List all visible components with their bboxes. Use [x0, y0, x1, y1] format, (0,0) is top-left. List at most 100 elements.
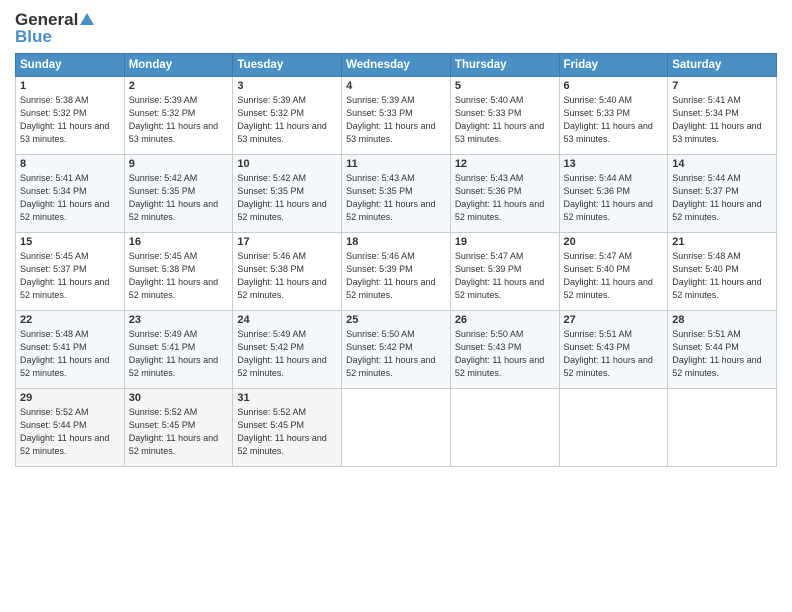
day-header-monday: Monday	[124, 54, 233, 77]
day-number: 5	[455, 80, 555, 92]
day-info: Sunrise: 5:42 AMSunset: 5:35 PMDaylight:…	[129, 172, 229, 224]
logo-icon	[78, 11, 96, 29]
calendar-week-5: 29 Sunrise: 5:52 AMSunset: 5:44 PMDaylig…	[16, 389, 777, 467]
day-info: Sunrise: 5:43 AMSunset: 5:35 PMDaylight:…	[346, 172, 446, 224]
calendar-cell: 21 Sunrise: 5:48 AMSunset: 5:40 PMDaylig…	[668, 233, 777, 311]
calendar-cell: 18 Sunrise: 5:46 AMSunset: 5:39 PMDaylig…	[342, 233, 451, 311]
day-number: 31	[237, 392, 337, 404]
day-info: Sunrise: 5:40 AMSunset: 5:33 PMDaylight:…	[455, 94, 555, 146]
calendar-cell: 30 Sunrise: 5:52 AMSunset: 5:45 PMDaylig…	[124, 389, 233, 467]
day-info: Sunrise: 5:48 AMSunset: 5:41 PMDaylight:…	[20, 328, 120, 380]
day-number: 20	[564, 236, 664, 248]
day-info: Sunrise: 5:41 AMSunset: 5:34 PMDaylight:…	[672, 94, 772, 146]
day-info: Sunrise: 5:51 AMSunset: 5:43 PMDaylight:…	[564, 328, 664, 380]
day-number: 25	[346, 314, 446, 326]
calendar-cell: 19 Sunrise: 5:47 AMSunset: 5:39 PMDaylig…	[450, 233, 559, 311]
calendar-cell: 23 Sunrise: 5:49 AMSunset: 5:41 PMDaylig…	[124, 311, 233, 389]
calendar-cell: 27 Sunrise: 5:51 AMSunset: 5:43 PMDaylig…	[559, 311, 668, 389]
calendar-cell: 12 Sunrise: 5:43 AMSunset: 5:36 PMDaylig…	[450, 155, 559, 233]
calendar-cell: 15 Sunrise: 5:45 AMSunset: 5:37 PMDaylig…	[16, 233, 125, 311]
day-header-sunday: Sunday	[16, 54, 125, 77]
calendar-cell: 6 Sunrise: 5:40 AMSunset: 5:33 PMDayligh…	[559, 77, 668, 155]
calendar-cell: 22 Sunrise: 5:48 AMSunset: 5:41 PMDaylig…	[16, 311, 125, 389]
day-number: 13	[564, 158, 664, 170]
day-number: 23	[129, 314, 229, 326]
calendar-cell	[342, 389, 451, 467]
calendar-week-2: 8 Sunrise: 5:41 AMSunset: 5:34 PMDayligh…	[16, 155, 777, 233]
day-info: Sunrise: 5:47 AMSunset: 5:39 PMDaylight:…	[455, 250, 555, 302]
day-info: Sunrise: 5:52 AMSunset: 5:45 PMDaylight:…	[237, 406, 337, 458]
calendar-cell: 10 Sunrise: 5:42 AMSunset: 5:35 PMDaylig…	[233, 155, 342, 233]
day-info: Sunrise: 5:42 AMSunset: 5:35 PMDaylight:…	[237, 172, 337, 224]
day-number: 6	[564, 80, 664, 92]
day-header-friday: Friday	[559, 54, 668, 77]
day-number: 29	[20, 392, 120, 404]
calendar-week-1: 1 Sunrise: 5:38 AMSunset: 5:32 PMDayligh…	[16, 77, 777, 155]
day-number: 11	[346, 158, 446, 170]
day-number: 28	[672, 314, 772, 326]
page: General Blue SundayMondayTuesdayWednesda…	[0, 0, 792, 612]
day-info: Sunrise: 5:52 AMSunset: 5:45 PMDaylight:…	[129, 406, 229, 458]
day-number: 26	[455, 314, 555, 326]
day-info: Sunrise: 5:39 AMSunset: 5:33 PMDaylight:…	[346, 94, 446, 146]
calendar-cell: 26 Sunrise: 5:50 AMSunset: 5:43 PMDaylig…	[450, 311, 559, 389]
logo-blue: Blue	[15, 27, 52, 47]
calendar-cell: 20 Sunrise: 5:47 AMSunset: 5:40 PMDaylig…	[559, 233, 668, 311]
day-number: 14	[672, 158, 772, 170]
calendar-cell: 16 Sunrise: 5:45 AMSunset: 5:38 PMDaylig…	[124, 233, 233, 311]
calendar-cell: 8 Sunrise: 5:41 AMSunset: 5:34 PMDayligh…	[16, 155, 125, 233]
calendar-week-4: 22 Sunrise: 5:48 AMSunset: 5:41 PMDaylig…	[16, 311, 777, 389]
day-info: Sunrise: 5:47 AMSunset: 5:40 PMDaylight:…	[564, 250, 664, 302]
day-number: 10	[237, 158, 337, 170]
day-info: Sunrise: 5:43 AMSunset: 5:36 PMDaylight:…	[455, 172, 555, 224]
day-number: 24	[237, 314, 337, 326]
day-info: Sunrise: 5:45 AMSunset: 5:38 PMDaylight:…	[129, 250, 229, 302]
calendar-cell: 24 Sunrise: 5:49 AMSunset: 5:42 PMDaylig…	[233, 311, 342, 389]
day-header-saturday: Saturday	[668, 54, 777, 77]
day-number: 19	[455, 236, 555, 248]
day-info: Sunrise: 5:39 AMSunset: 5:32 PMDaylight:…	[129, 94, 229, 146]
day-number: 18	[346, 236, 446, 248]
day-header-wednesday: Wednesday	[342, 54, 451, 77]
calendar-cell: 2 Sunrise: 5:39 AMSunset: 5:32 PMDayligh…	[124, 77, 233, 155]
day-header-thursday: Thursday	[450, 54, 559, 77]
day-number: 9	[129, 158, 229, 170]
day-info: Sunrise: 5:49 AMSunset: 5:41 PMDaylight:…	[129, 328, 229, 380]
day-number: 21	[672, 236, 772, 248]
calendar-cell: 9 Sunrise: 5:42 AMSunset: 5:35 PMDayligh…	[124, 155, 233, 233]
day-info: Sunrise: 5:40 AMSunset: 5:33 PMDaylight:…	[564, 94, 664, 146]
day-number: 8	[20, 158, 120, 170]
calendar-cell	[559, 389, 668, 467]
calendar-cell: 4 Sunrise: 5:39 AMSunset: 5:33 PMDayligh…	[342, 77, 451, 155]
day-header-tuesday: Tuesday	[233, 54, 342, 77]
calendar-cell: 3 Sunrise: 5:39 AMSunset: 5:32 PMDayligh…	[233, 77, 342, 155]
day-info: Sunrise: 5:46 AMSunset: 5:39 PMDaylight:…	[346, 250, 446, 302]
calendar-cell: 5 Sunrise: 5:40 AMSunset: 5:33 PMDayligh…	[450, 77, 559, 155]
day-number: 16	[129, 236, 229, 248]
day-number: 12	[455, 158, 555, 170]
calendar-cell: 31 Sunrise: 5:52 AMSunset: 5:45 PMDaylig…	[233, 389, 342, 467]
calendar-header-row: SundayMondayTuesdayWednesdayThursdayFrid…	[16, 54, 777, 77]
calendar-cell: 28 Sunrise: 5:51 AMSunset: 5:44 PMDaylig…	[668, 311, 777, 389]
calendar-week-3: 15 Sunrise: 5:45 AMSunset: 5:37 PMDaylig…	[16, 233, 777, 311]
calendar: SundayMondayTuesdayWednesdayThursdayFrid…	[15, 53, 777, 467]
calendar-cell: 29 Sunrise: 5:52 AMSunset: 5:44 PMDaylig…	[16, 389, 125, 467]
day-info: Sunrise: 5:50 AMSunset: 5:42 PMDaylight:…	[346, 328, 446, 380]
day-number: 27	[564, 314, 664, 326]
calendar-cell: 17 Sunrise: 5:46 AMSunset: 5:38 PMDaylig…	[233, 233, 342, 311]
day-number: 30	[129, 392, 229, 404]
day-number: 22	[20, 314, 120, 326]
day-number: 17	[237, 236, 337, 248]
calendar-cell: 7 Sunrise: 5:41 AMSunset: 5:34 PMDayligh…	[668, 77, 777, 155]
day-info: Sunrise: 5:48 AMSunset: 5:40 PMDaylight:…	[672, 250, 772, 302]
day-info: Sunrise: 5:50 AMSunset: 5:43 PMDaylight:…	[455, 328, 555, 380]
day-number: 3	[237, 80, 337, 92]
calendar-cell: 25 Sunrise: 5:50 AMSunset: 5:42 PMDaylig…	[342, 311, 451, 389]
header: General Blue	[15, 10, 777, 47]
day-number: 2	[129, 80, 229, 92]
day-info: Sunrise: 5:44 AMSunset: 5:37 PMDaylight:…	[672, 172, 772, 224]
calendar-cell: 11 Sunrise: 5:43 AMSunset: 5:35 PMDaylig…	[342, 155, 451, 233]
day-info: Sunrise: 5:45 AMSunset: 5:37 PMDaylight:…	[20, 250, 120, 302]
calendar-cell: 13 Sunrise: 5:44 AMSunset: 5:36 PMDaylig…	[559, 155, 668, 233]
day-info: Sunrise: 5:51 AMSunset: 5:44 PMDaylight:…	[672, 328, 772, 380]
